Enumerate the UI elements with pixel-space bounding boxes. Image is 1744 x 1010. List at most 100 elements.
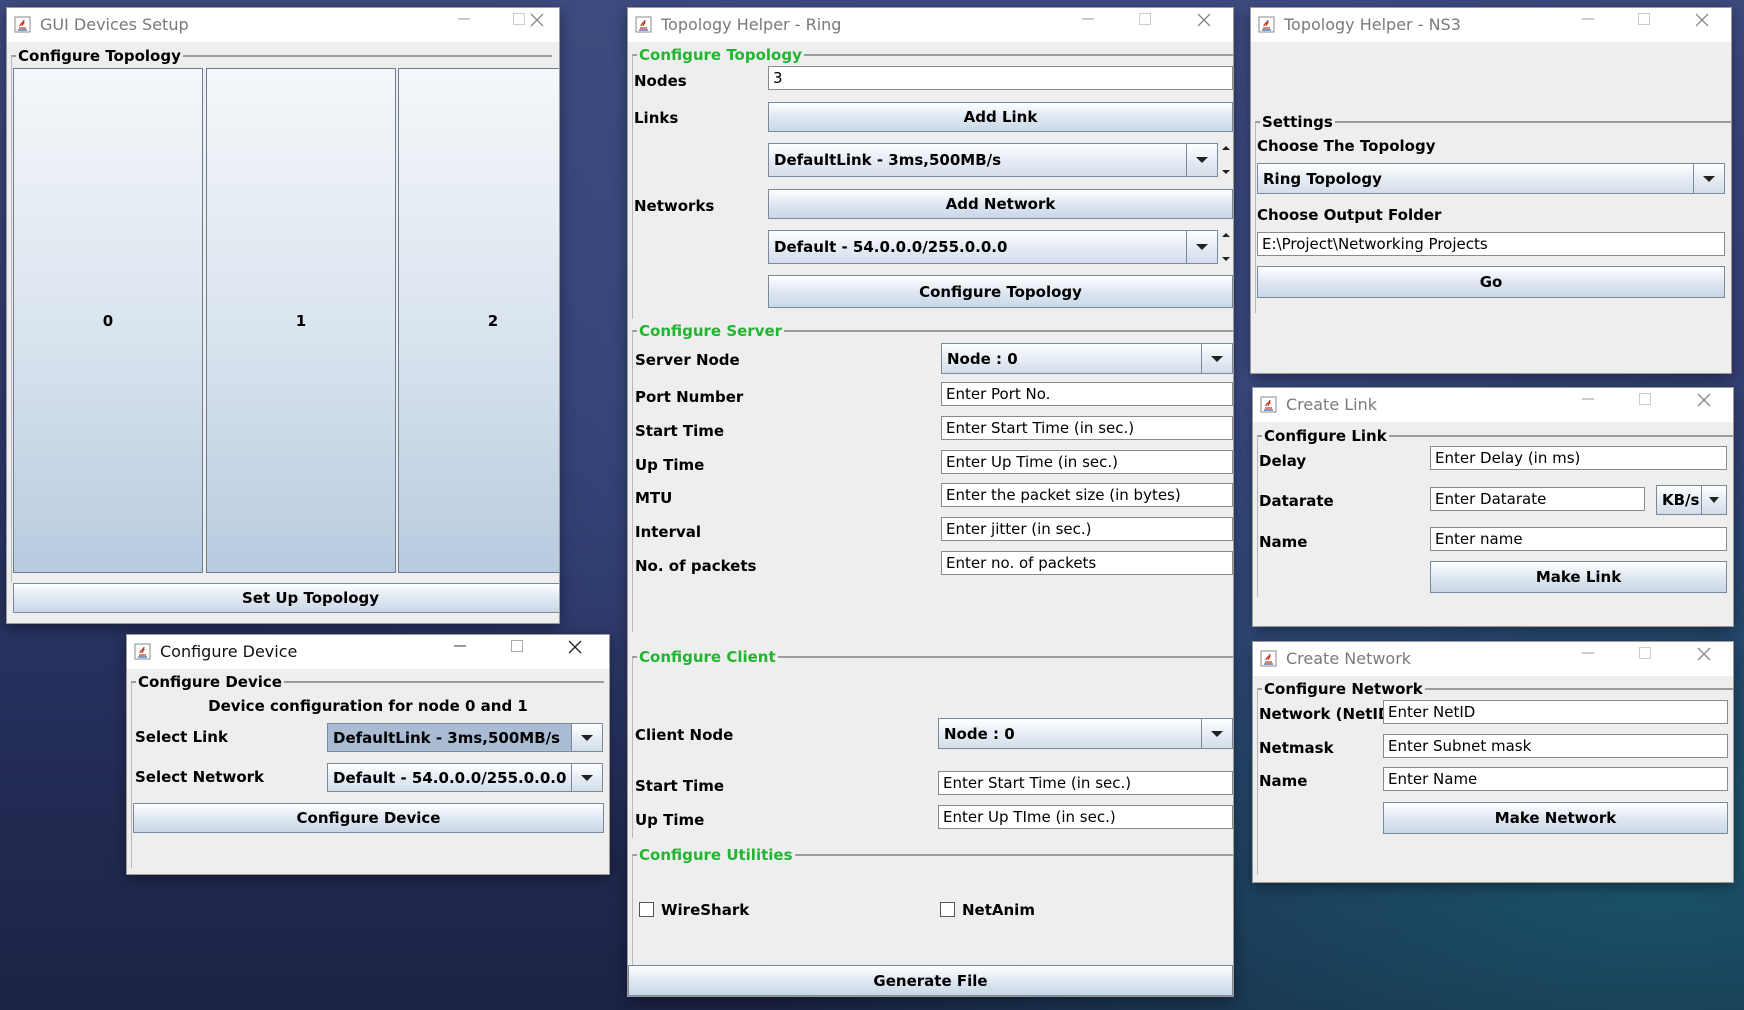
node-tile-2[interactable]: 2 [398,68,559,573]
close-icon [568,640,582,654]
minimize-button[interactable] [447,12,481,38]
dropdown-arrow[interactable] [571,724,602,751]
java-icon [14,16,31,33]
close-button[interactable] [1687,392,1721,418]
scroll-up-icon[interactable] [1221,232,1231,238]
interval-label: Interval [635,523,702,541]
close-button[interactable] [520,12,554,38]
make-link-button[interactable]: Make Link [1430,561,1727,593]
title-bar: GUI Devices Setup [7,8,559,42]
chevron-down-icon [581,734,593,741]
topology-combo[interactable]: Ring Topology [1257,163,1725,194]
minimize-button[interactable] [1071,12,1105,38]
mtu-label: MTU [635,489,673,507]
minimize-button[interactable] [443,639,477,665]
close-button[interactable] [1687,646,1721,672]
netanim-checkbox[interactable] [940,902,955,917]
maximize-button[interactable] [1628,646,1662,672]
select-link-combo[interactable]: DefaultLink - 3ms,500MB/s [327,723,603,752]
close-button[interactable] [1685,12,1719,38]
server-node-combo[interactable]: Node : 0 [941,343,1233,374]
datarate-input[interactable]: Enter Datarate [1430,487,1645,511]
dropdown-arrow[interactable] [1186,231,1217,263]
configure-device-button[interactable]: Configure Device [133,803,604,833]
client-up-time-label: Up Time [635,811,705,829]
gui-devices-setup-window: GUI Devices Setup Configure Topology 0 1… [7,8,559,623]
choose-topology-label: Choose The Topology [1257,137,1436,155]
go-button[interactable]: Go [1257,266,1725,298]
select-network-combo[interactable]: Default - 54.0.0.0/255.0.0.0 [327,763,603,792]
maximize-button[interactable] [500,639,534,665]
node-tile-0[interactable]: 0 [13,68,203,573]
minimize-button[interactable] [1571,12,1605,38]
server-up-time-input[interactable]: Enter Up Time (in sec.) [941,450,1233,474]
network-name-input[interactable]: Enter Name [1383,767,1728,791]
selected-value: DefaultLink - 3ms,500MB/s [333,728,561,747]
window-title: Create Link [1286,395,1378,414]
maximize-button[interactable] [1627,12,1661,38]
make-network-button[interactable]: Make Network [1383,802,1728,834]
group-title: Configure Client [637,648,778,666]
group-title: Configure Server [637,322,785,340]
set-up-topology-button[interactable]: Set Up Topology [13,583,559,613]
output-folder-input[interactable]: E:\Project\Networking Projects [1257,232,1725,256]
close-icon [1695,13,1709,27]
interval-input[interactable]: Enter jitter (in sec.) [941,517,1233,541]
nodes-input[interactable]: 3 [768,66,1233,90]
wireshark-checkbox[interactable] [639,902,654,917]
selected-value: Default - 54.0.0.0/255.0.0.0 [333,768,567,787]
scroll-down-icon[interactable] [1221,169,1231,175]
packets-input[interactable]: Enter no. of packets [941,551,1233,575]
generate-file-button[interactable]: Generate File [628,965,1233,996]
link-combo[interactable]: DefaultLink - 3ms,500MB/s [768,143,1218,177]
server-start-time-input[interactable]: Enter Start Time (in sec.) [941,416,1233,440]
window-title: Topology Helper - Ring [661,15,842,34]
minimize-button[interactable] [1571,646,1605,672]
nodes-label: Nodes [634,72,687,90]
close-button[interactable] [558,639,592,665]
client-node-combo[interactable]: Node : 0 [938,718,1233,749]
group-title: Configure Link [1262,427,1389,445]
dropdown-arrow[interactable] [571,764,602,791]
netmask-input[interactable]: Enter Subnet mask [1383,734,1728,758]
port-number-label: Port Number [635,388,744,406]
close-button[interactable] [1187,12,1221,38]
datarate-unit-combo[interactable]: KB/s [1656,485,1727,515]
client-up-time-input[interactable]: Enter Up TIme (in sec.) [938,805,1233,829]
selected-value: Node : 0 [947,349,1018,368]
link-list-scroller[interactable] [1219,145,1233,175]
scroll-down-icon[interactable] [1221,256,1231,262]
minimize-button[interactable] [1571,392,1605,418]
chevron-down-icon [1211,355,1223,362]
node-tile-1[interactable]: 1 [206,68,396,573]
dropdown-arrow[interactable] [1701,486,1726,514]
configure-topology-button[interactable]: Configure Topology [768,275,1233,308]
dropdown-arrow[interactable] [1186,144,1217,176]
chevron-down-icon [1196,157,1208,163]
netid-input[interactable]: Enter NetID [1383,700,1728,724]
maximize-button[interactable] [1628,392,1662,418]
java-icon [1260,650,1277,667]
add-link-button[interactable]: Add Link [768,102,1233,132]
wireshark-label: WireShark [661,901,750,919]
netmask-label: Netmask [1259,739,1334,757]
configure-server-group: Configure Server [632,322,1233,632]
add-network-button[interactable]: Add Network [768,189,1233,219]
dropdown-arrow[interactable] [1201,344,1232,373]
server-node-label: Server Node [635,351,740,369]
maximize-button[interactable] [1128,12,1162,38]
group-title: Configure Utilities [637,846,795,864]
window-title: Topology Helper - NS3 [1284,15,1461,34]
dropdown-arrow[interactable] [1693,164,1724,193]
dropdown-arrow[interactable] [1201,719,1232,748]
server-up-time-label: Up Time [635,456,705,474]
scroll-up-icon[interactable] [1221,145,1231,151]
network-list-scroller[interactable] [1219,232,1233,262]
delay-input[interactable]: Enter Delay (in ms) [1430,446,1727,470]
port-number-input[interactable]: Enter Port No. [941,382,1233,406]
network-combo[interactable]: Default - 54.0.0.0/255.0.0.0 [768,230,1218,264]
client-start-time-input[interactable]: Enter Start Time (in sec.) [938,771,1233,795]
networks-label: Networks [634,197,715,215]
link-name-input[interactable]: Enter name [1430,527,1727,551]
mtu-input[interactable]: Enter the packet size (in bytes) [941,483,1233,507]
